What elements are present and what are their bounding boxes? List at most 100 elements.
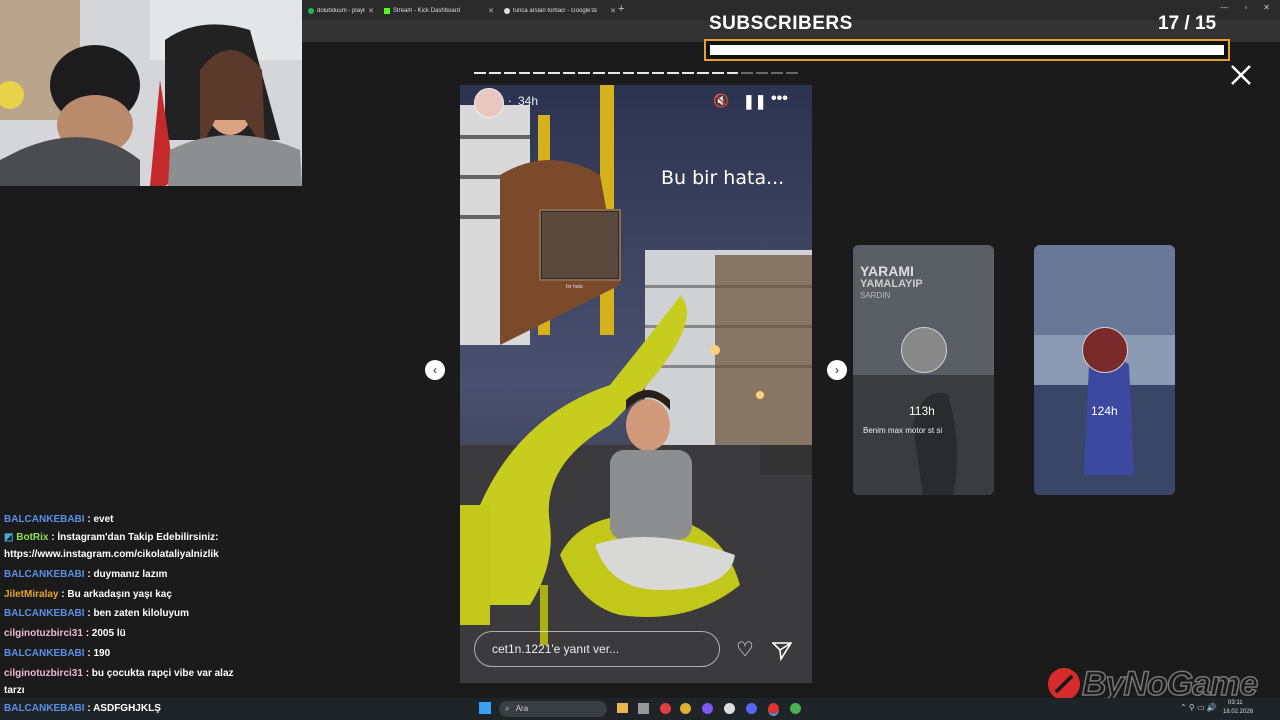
previous-story-button[interactable]: ‹ bbox=[425, 360, 445, 380]
chrome-icon[interactable] bbox=[680, 703, 691, 714]
browser-tab-spotify[interactable]: dolubduum - playlist by ✕ bbox=[302, 3, 380, 18]
chat-message: BALCANKEBABI : duymanız lazım bbox=[4, 568, 167, 581]
close-window-icon[interactable]: ✕ bbox=[1263, 3, 1270, 12]
side-story-2-avatar bbox=[1082, 327, 1128, 373]
close-tab-icon[interactable]: ✕ bbox=[368, 7, 374, 15]
reply-input[interactable]: cet1n.1221'e yanıt ver... bbox=[474, 631, 720, 667]
chat-username[interactable]: BALCANKEBABI bbox=[4, 648, 85, 659]
file-explorer-icon[interactable] bbox=[617, 703, 628, 713]
google-icon bbox=[504, 7, 510, 14]
story-caption: Bu bir hata... bbox=[661, 167, 785, 189]
webcam-feed bbox=[0, 0, 302, 186]
chat-text: : 190 bbox=[87, 648, 111, 659]
browser-tab-google[interactable]: tunca arslan torbacı - Google'da ✕ bbox=[498, 3, 622, 18]
app-icon[interactable] bbox=[746, 703, 757, 714]
bynogame-logo-icon bbox=[1048, 668, 1080, 700]
new-tab-button[interactable]: + bbox=[618, 3, 624, 15]
story-progress-segment bbox=[786, 72, 798, 74]
chat-username[interactable]: JiletMiralay bbox=[4, 589, 58, 600]
pause-icon[interactable]: ❚❚ bbox=[743, 93, 766, 110]
story-progress-segment bbox=[518, 72, 531, 74]
chat-message: BALCANKEBABI : ASDFGHJKLŞ bbox=[4, 702, 161, 715]
browser-tab-kick[interactable]: Stream - Kick Dashboard ✕ bbox=[378, 3, 500, 18]
chat-username[interactable]: BALCANKEBABI bbox=[4, 514, 85, 525]
app-icon[interactable] bbox=[660, 703, 671, 714]
close-tab-icon[interactable]: ✕ bbox=[488, 7, 494, 15]
chat-text: tarzı bbox=[4, 685, 25, 696]
kick-icon bbox=[384, 7, 390, 14]
story-progress-segment bbox=[696, 72, 709, 74]
side-story-1[interactable]: YARAMI YAMALAYIP SARDIN 113h Benim max m… bbox=[853, 245, 994, 495]
story-progress-segment bbox=[771, 72, 784, 74]
chat-message: JiletMiralay : Bu arkadaşın yaşı kaç bbox=[4, 588, 172, 601]
side-story-1-subtitle-2: SARDIN bbox=[860, 291, 891, 300]
chat-text: : ASDFGHJKLŞ bbox=[87, 703, 161, 714]
chat-link[interactable]: https://www.instagram.com/cikolataliyaln… bbox=[4, 549, 219, 560]
story-progress-segment bbox=[592, 72, 605, 74]
story-progress-segment bbox=[488, 72, 501, 74]
chat-message: BALCANKEBABI : ben zaten kiloluyum bbox=[4, 607, 189, 620]
close-tab-icon[interactable]: ✕ bbox=[610, 7, 616, 15]
story-progress-segment bbox=[607, 72, 620, 74]
chat-username[interactable]: BotRix bbox=[16, 532, 48, 543]
chat-username[interactable]: BALCANKEBABI bbox=[4, 703, 85, 714]
tray-icons[interactable]: ⌃ ⚲ ▭ 🔊 bbox=[1180, 703, 1217, 712]
subscribers-goal-count: 17 / 15 bbox=[1158, 13, 1217, 34]
story-progress-segment bbox=[667, 72, 680, 74]
story-main[interactable]: . 34h 🔇 ❚❚ ••• Bu bir hata... bir hata c… bbox=[460, 85, 812, 683]
webcam-image bbox=[0, 0, 302, 186]
close-icon[interactable] bbox=[1229, 63, 1253, 87]
story-progress-segment bbox=[533, 72, 546, 74]
chat-message: ◩ BotRix : İnstagram'dan Takip Edebilirs… bbox=[4, 531, 218, 544]
side-story-1-time: 113h bbox=[909, 404, 935, 418]
app-icon[interactable] bbox=[724, 703, 735, 714]
subscribers-goal-fill bbox=[710, 45, 1224, 55]
window-controls: — ▫ ✕ bbox=[1220, 3, 1270, 12]
chat-message: cilginotuzbirci31 : 2005 lü bbox=[4, 627, 126, 640]
side-story-2-time: 124h bbox=[1091, 404, 1118, 418]
story-progress-segment bbox=[622, 72, 635, 74]
story-progress-segment bbox=[756, 72, 769, 74]
maximize-icon[interactable]: ▫ bbox=[1244, 3, 1247, 12]
story-progress-segment bbox=[726, 72, 739, 74]
app-icon[interactable] bbox=[638, 703, 649, 714]
send-icon[interactable] bbox=[772, 641, 792, 661]
like-heart-icon[interactable]: ♡ bbox=[736, 637, 754, 662]
chat-text: : bu çocukta rapçi vibe var alaz bbox=[85, 668, 234, 679]
story-progress-segment bbox=[741, 72, 754, 74]
mute-icon[interactable]: 🔇 bbox=[713, 93, 729, 109]
story-progress-segment bbox=[682, 72, 694, 74]
chat-text: : duymanız lazım bbox=[87, 569, 168, 580]
windows-start-icon[interactable] bbox=[479, 702, 491, 714]
chat-username[interactable]: cilginotuzbirci31 bbox=[4, 668, 83, 679]
side-story-2[interactable]: 124h bbox=[1034, 245, 1175, 495]
search-icon: ⌕ bbox=[505, 704, 510, 713]
chat-username[interactable]: cilginotuzbirci31 bbox=[4, 628, 83, 639]
story-time: 34h bbox=[518, 94, 539, 108]
app-icon[interactable] bbox=[702, 703, 713, 714]
search-placeholder: Ara bbox=[515, 704, 529, 713]
more-options-icon[interactable]: ••• bbox=[771, 90, 788, 108]
side-story-1-subtitle: YAMALAYIP bbox=[860, 278, 923, 290]
story-progress-segment bbox=[474, 72, 486, 74]
story-progress-segment bbox=[563, 72, 576, 74]
story-progress-segment bbox=[503, 72, 516, 74]
chat-text: : evet bbox=[87, 514, 114, 525]
clock-date[interactable]: 18.02.2026 bbox=[1223, 709, 1253, 715]
chat-username[interactable]: BALCANKEBABI bbox=[4, 608, 85, 619]
clock-time[interactable]: 03:11 bbox=[1228, 700, 1243, 706]
chat-message: BALCANKEBABI : 190 bbox=[4, 647, 110, 660]
story-progress-segment bbox=[548, 72, 561, 74]
tab-label: Stream - Kick Dashboard bbox=[393, 7, 461, 14]
side-story-1-caption: Benim max motor st si bbox=[863, 426, 943, 435]
story-progress-bar bbox=[474, 72, 798, 75]
taskbar-search[interactable]: ⌕ Ara bbox=[499, 701, 607, 717]
chrome-icon[interactable] bbox=[768, 703, 779, 716]
tab-label: dolubduum - playlist by bbox=[317, 7, 365, 14]
chat-username[interactable]: BALCANKEBABI bbox=[4, 569, 85, 580]
story-avatar[interactable] bbox=[474, 88, 504, 118]
next-story-button[interactable]: › bbox=[827, 360, 847, 380]
side-story-1-avatar bbox=[901, 327, 947, 373]
minimize-icon[interactable]: — bbox=[1220, 3, 1228, 12]
app-icon[interactable] bbox=[790, 703, 801, 714]
